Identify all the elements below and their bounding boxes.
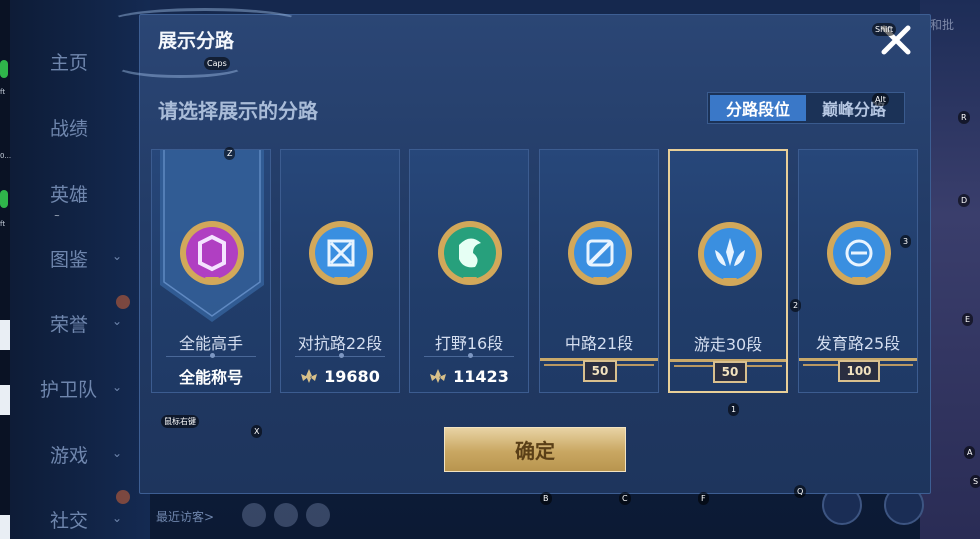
level-wing: [803, 364, 843, 376]
app-tile: [0, 385, 10, 415]
level-emblem: 50: [670, 359, 786, 387]
chevron-down-icon: ⌄: [112, 511, 123, 525]
lane-card-clash[interactable]: 对抗路22段 19680: [280, 149, 400, 393]
level-emblem: 100: [799, 358, 917, 386]
lane-name: 发育路25段: [815, 334, 901, 353]
app-dot: [0, 60, 8, 78]
key-hint: Caps: [204, 57, 230, 70]
key-hint: B: [540, 492, 552, 505]
level-badge: 100: [838, 360, 880, 382]
medal-roam-icon: [698, 222, 762, 286]
lane-card-jungle[interactable]: 打野16段 11423: [409, 149, 529, 393]
confirm-button[interactable]: 确定: [444, 427, 626, 472]
key-hint: C: [619, 492, 631, 505]
key-hint: Q: [794, 485, 807, 498]
key-hint: E: [962, 313, 974, 326]
lane-footer: 11423: [410, 363, 528, 389]
tab-lane-rank[interactable]: 分路段位: [710, 95, 806, 121]
lane-footer: 19680: [281, 363, 399, 389]
medal-allround-icon: [180, 221, 244, 285]
nav-records[interactable]: 战绩: [50, 114, 88, 141]
lane-card-farm[interactable]: 发育路25段 100: [798, 149, 918, 393]
visitor-avatar[interactable]: [274, 503, 298, 527]
key-hint: D: [958, 194, 971, 207]
points-value: 19680: [324, 366, 380, 386]
lane-name: 游走30段: [693, 335, 763, 354]
divider-dot: [468, 353, 473, 358]
divider-dot: [210, 353, 215, 358]
strip-text: ft: [0, 220, 6, 228]
dialog-title: 展示分路: [158, 30, 235, 52]
lane-name: 中路21段: [564, 334, 634, 353]
medal-mid-icon: [568, 221, 632, 285]
nav-heroes[interactable]: 英雄: [50, 180, 88, 207]
key-hint: Shift: [872, 23, 897, 36]
points-icon: [301, 369, 318, 383]
strip-text: ft: [0, 88, 6, 96]
tilde-text: ~: [54, 212, 60, 220]
points-icon: [430, 369, 447, 383]
key-hint: F: [698, 492, 709, 505]
chevron-down-icon: ⌄: [112, 380, 123, 394]
level-wing: [742, 365, 782, 377]
dialog-subtitle: 请选择展示的分路: [158, 99, 318, 123]
level-wing: [674, 365, 714, 377]
nav-guard-team[interactable]: 护卫队: [40, 375, 97, 402]
recent-visitors-link[interactable]: 最近访客>: [156, 508, 214, 525]
medal-clash-icon: [309, 221, 373, 285]
level-badge: 50: [713, 361, 747, 383]
lane-footer: 全能称号: [152, 363, 270, 389]
nav-games[interactable]: 游戏: [50, 441, 88, 468]
key-hint: 鼠标右键: [161, 415, 199, 428]
level-emblem: 50: [540, 358, 658, 386]
taskbar-strip: ft 0... ft: [0, 0, 12, 539]
background-text: 和批: [930, 18, 955, 32]
nav-social[interactable]: 社交: [50, 506, 88, 533]
strip-text: 0...: [0, 152, 12, 160]
lane-card-roam[interactable]: 游走30段 50: [668, 149, 788, 393]
key-hint: Alt: [872, 93, 889, 106]
key-hint: 1: [728, 403, 740, 416]
level-wing: [614, 364, 654, 376]
lane-name: 打野16段: [434, 334, 504, 353]
app-tile: [0, 320, 10, 350]
allround-title-text: 全能称号: [178, 368, 243, 387]
key-hint: 3: [900, 235, 912, 248]
key-hint: S: [970, 475, 980, 488]
visitor-avatar[interactable]: [242, 503, 266, 527]
medal-jungle-icon: [438, 221, 502, 285]
points-value: 11423: [453, 366, 509, 386]
lane-name: 对抗路22段: [297, 334, 383, 353]
key-hint: 2: [790, 299, 802, 312]
level-badge: 50: [583, 360, 617, 382]
lane-name: 全能高手: [178, 334, 243, 353]
app-dot: [0, 190, 8, 208]
divider-dot: [339, 353, 344, 358]
chevron-down-icon: ⌄: [112, 446, 123, 460]
lane-card-mid[interactable]: 中路21段 50: [539, 149, 659, 393]
nav-honor[interactable]: 荣誉: [50, 310, 88, 337]
chevron-down-icon: ⌄: [112, 314, 123, 328]
chevron-down-icon: ⌄: [112, 249, 123, 263]
visitor-avatar[interactable]: [306, 503, 330, 527]
medal-farm-icon: [827, 221, 891, 285]
level-wing: [544, 364, 584, 376]
app-tile: [0, 515, 10, 539]
nav-home[interactable]: 主页: [50, 48, 88, 75]
lane-card-allround[interactable]: 全能高手 全能称号: [151, 149, 271, 393]
notification-badge: [116, 490, 130, 504]
key-hint: R: [958, 111, 970, 124]
notification-badge: [116, 295, 130, 309]
nav-codex[interactable]: 图鉴: [50, 245, 88, 272]
